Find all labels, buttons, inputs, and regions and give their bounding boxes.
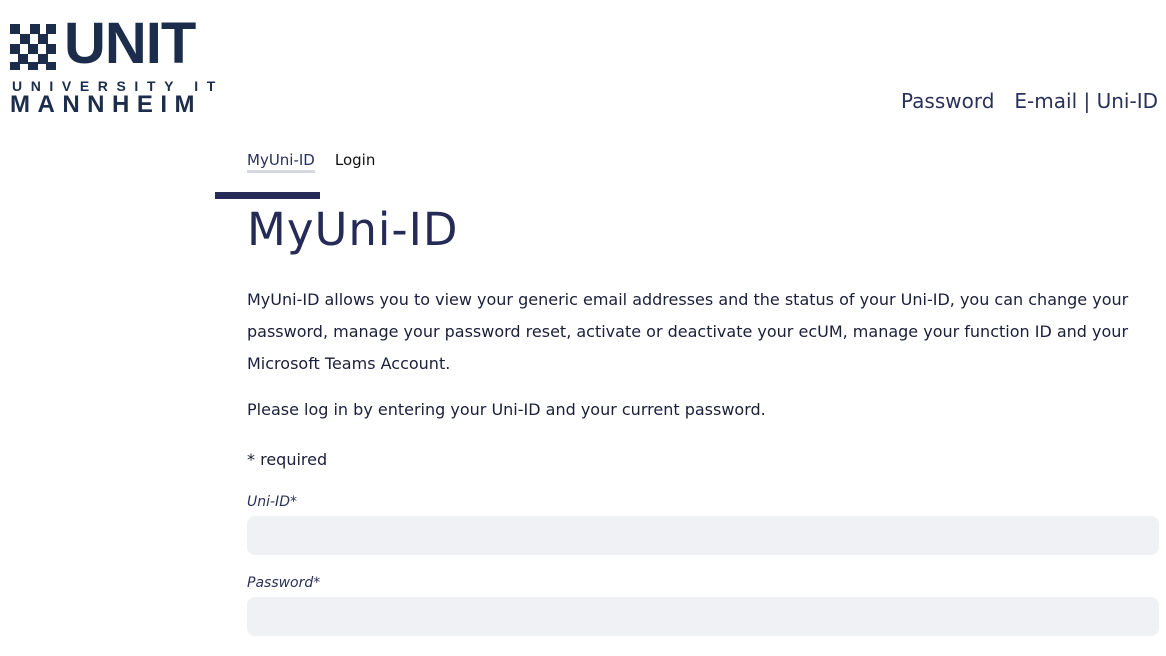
password-field-group: Password* xyxy=(247,575,1159,636)
uniid-input[interactable] xyxy=(247,516,1159,555)
password-input[interactable] xyxy=(247,597,1159,636)
uniid-label: Uni-ID* xyxy=(247,494,297,510)
nav-email-link[interactable]: E-mail xyxy=(1014,89,1077,113)
unit-mannheim-logo[interactable]: UNIT UNIVERSITY IT MANNHEIM xyxy=(10,15,220,120)
nav-password-link[interactable]: Password xyxy=(901,89,994,113)
breadcrumb-myuniid[interactable]: MyUni-ID xyxy=(247,151,315,173)
required-note: * required xyxy=(247,450,328,469)
checkerboard-logo-icon xyxy=(10,24,56,70)
page-title: MyUni-ID xyxy=(247,203,459,256)
uniid-field-group: Uni-ID* xyxy=(247,494,1159,555)
login-hint: Please log in by entering your Uni-ID an… xyxy=(247,400,766,419)
title-accent-bar xyxy=(215,192,320,199)
page: UNIT UNIVERSITY IT MANNHEIM Password E-ma… xyxy=(0,0,1166,656)
main-content: MyUni-ID allows you to view your generic… xyxy=(247,284,1159,636)
breadcrumb-login[interactable]: Login xyxy=(335,151,375,169)
logo-city: MANNHEIM xyxy=(10,91,202,118)
intro-text: MyUni-ID allows you to view your generic… xyxy=(247,290,1129,373)
nav-uniid-link[interactable]: Uni-ID xyxy=(1097,89,1158,113)
breadcrumb: MyUni-ID Login xyxy=(247,151,375,173)
top-navigation: Password E-mail | Uni-ID xyxy=(901,89,1158,113)
logo-wordmark: UNIT xyxy=(64,11,196,76)
password-label: Password* xyxy=(247,575,321,591)
nav-separator: | xyxy=(1083,89,1091,113)
